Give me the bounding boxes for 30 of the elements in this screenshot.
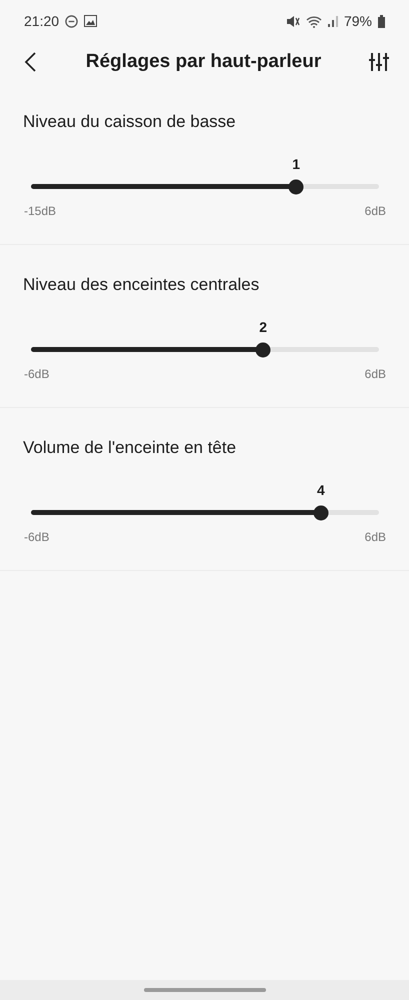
page-title: Réglages par haut-parleur: [84, 51, 322, 73]
min-label: -6dB: [24, 530, 50, 544]
slider[interactable]: [31, 342, 379, 357]
slider-value: 1: [292, 156, 300, 172]
equalizer-button[interactable]: [367, 50, 391, 74]
battery-percent: 79%: [344, 13, 372, 29]
status-time: 21:20: [24, 13, 60, 29]
wifi-icon: [306, 14, 322, 28]
min-label: -6dB: [24, 367, 50, 381]
slider[interactable]: [31, 505, 379, 520]
slider-thumb[interactable]: [256, 342, 271, 357]
image-icon: [84, 15, 98, 27]
slider-value: 2: [259, 319, 267, 335]
max-label: 6dB: [364, 530, 386, 544]
max-label: 6dB: [364, 204, 386, 218]
mute-icon: [286, 14, 300, 28]
slider-thumb[interactable]: [313, 505, 328, 520]
slider-thumb[interactable]: [288, 179, 304, 194]
battery-icon: [378, 14, 385, 28]
do-not-disturb-icon: [65, 14, 78, 28]
slider-label: Niveau du caisson de basse: [23, 112, 237, 132]
max-label: 6dB: [364, 367, 386, 381]
min-label: -15dB: [24, 204, 56, 218]
slider-label: Niveau des enceintes centrales: [23, 275, 260, 295]
equalizer-icon: [369, 52, 389, 72]
back-icon: [24, 52, 38, 72]
slider-label: Volume de l'enceinte en tête: [23, 438, 238, 458]
slider-value: 4: [316, 482, 325, 498]
slider[interactable]: [31, 179, 379, 194]
signal-icon: [328, 15, 338, 27]
